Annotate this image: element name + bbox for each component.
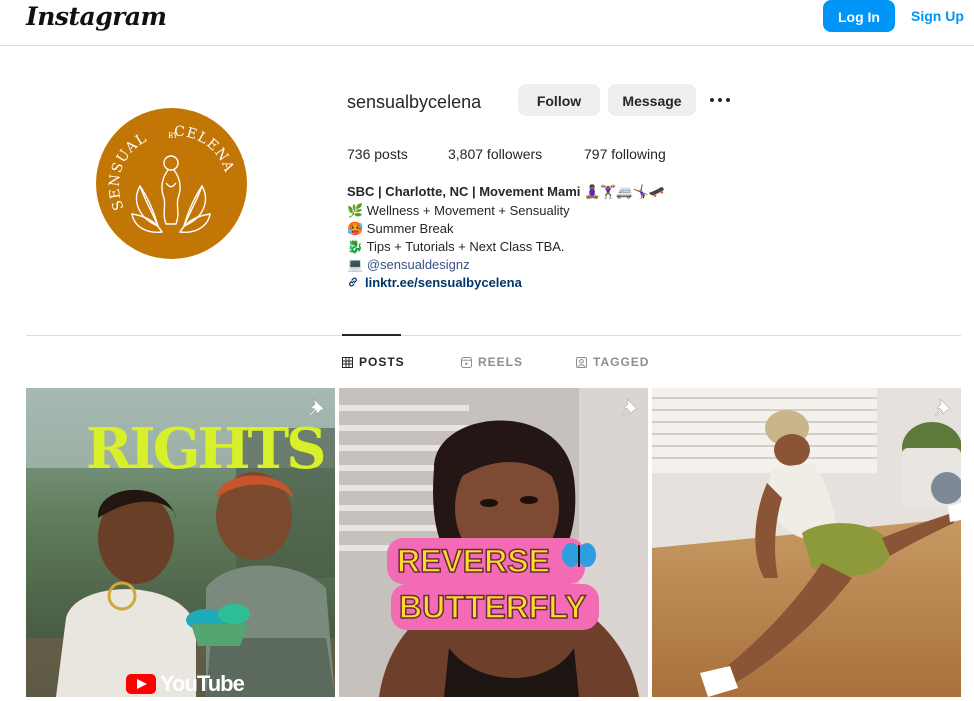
signup-link[interactable]: Sign Up <box>911 0 964 32</box>
post-1-image: RIGHTS YouTube <box>26 388 335 697</box>
followers-count[interactable]: 3,807 followers <box>448 146 542 162</box>
bio-external-link-row[interactable]: linktr.ee/sensualbycelena <box>347 275 522 290</box>
follow-button[interactable]: Follow <box>518 84 600 116</box>
tabs-divider <box>26 335 961 336</box>
tab-tagged-label: TAGGED <box>593 355 650 369</box>
svg-text:CELENA: CELENA <box>174 124 237 175</box>
avatar-logo-graphic: SENSUAL BY CELENA <box>107 124 237 233</box>
pinned-post-icon <box>621 398 638 417</box>
bio-website-link[interactable]: linktr.ee/sensualbycelena <box>365 275 522 290</box>
butterfly-icon <box>562 543 596 567</box>
active-tab-indicator <box>342 334 401 336</box>
profile-username: sensualbycelena <box>347 92 482 112</box>
bio-name-line: SBC | Charlotte, NC | Movement Mami 🧘🏾‍♀… <box>347 184 665 199</box>
avatar-text-celena: CELENA <box>174 124 236 175</box>
grid-icon <box>342 356 353 368</box>
message-button[interactable]: Message <box>608 84 696 116</box>
link-icon <box>349 277 357 287</box>
posts-count: 736 posts <box>347 146 408 162</box>
tab-reels[interactable]: REELS <box>461 355 523 369</box>
post-2-title-line-2: BUTTERFLY <box>399 589 586 625</box>
post-thumbnail-1[interactable]: RIGHTS YouTube <box>26 388 335 697</box>
laptop-emoji: 💻 <box>347 257 367 272</box>
tab-reels-label: REELS <box>478 355 524 369</box>
tab-posts-label: POSTS <box>359 355 405 369</box>
post-1-youtube-label: YouTube <box>160 671 245 696</box>
avatar-figure-icon <box>131 155 211 233</box>
profile-avatar[interactable]: SENSUAL BY CELENA <box>96 108 247 259</box>
bio-line-2: 🥵 Summer Break <box>347 221 454 236</box>
post-2-image: REVERSE BUTTERFLY <box>339 388 648 697</box>
reels-icon <box>461 356 472 368</box>
post-3-image <box>652 388 961 697</box>
post-1-headline: RIGHTS <box>86 416 324 482</box>
login-button[interactable]: Log In <box>823 0 895 32</box>
bio-line-1: 🌿 Wellness + Movement + Sensuality <box>347 203 570 218</box>
tab-tagged[interactable]: TAGGED <box>576 355 649 369</box>
post-2-title-line-1: REVERSE <box>397 543 550 579</box>
pinned-post-icon <box>308 398 325 417</box>
tab-posts[interactable]: POSTS <box>342 355 405 369</box>
more-dots-icon[interactable] <box>709 90 733 110</box>
post-thumbnail-2[interactable]: REVERSE BUTTERFLY <box>339 388 648 697</box>
pinned-post-icon <box>934 398 951 417</box>
bio-mention-link[interactable]: @sensualdesignz <box>367 257 470 272</box>
following-count[interactable]: 797 following <box>584 146 666 162</box>
avatar-text-sensual: SENSUAL <box>107 130 149 212</box>
bio-line-4: 💻 @sensualdesignz <box>347 257 470 273</box>
bio-line-3: 🐉 Tips + Tutorials + Next Class TBA. <box>347 239 565 254</box>
instagram-logo[interactable]: Instagram <box>26 2 167 31</box>
tagged-icon <box>576 356 587 368</box>
top-navigation-bar: Instagram Log In Sign Up <box>0 0 974 46</box>
post-thumbnail-3[interactable] <box>652 388 961 697</box>
svg-text:SENSUAL: SENSUAL <box>107 130 150 212</box>
